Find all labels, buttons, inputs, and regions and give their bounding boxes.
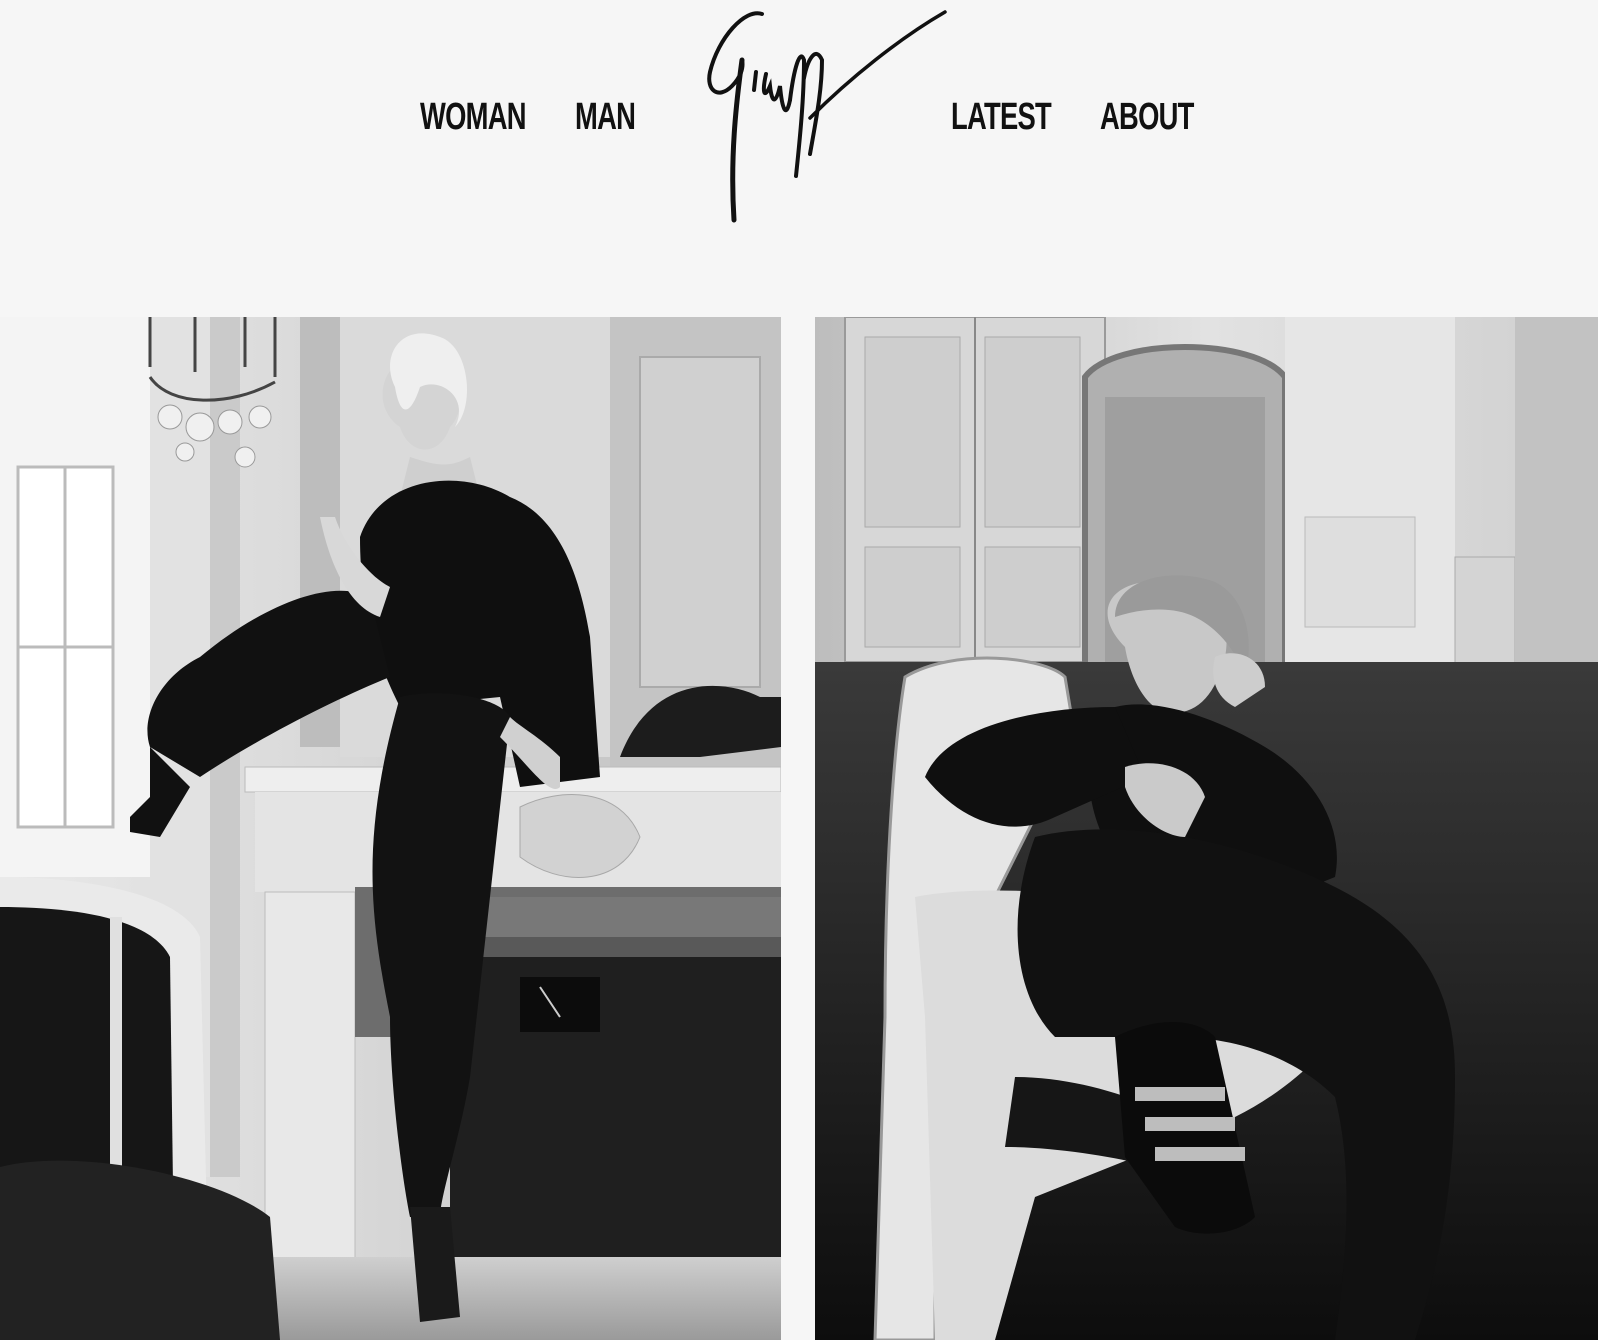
site-header: WOMAN MAN LATEST ABOUT bbox=[0, 0, 1598, 300]
signature-logo-icon[interactable] bbox=[700, 8, 950, 233]
woman-campaign-photo[interactable] bbox=[0, 317, 781, 1340]
nav-about[interactable]: ABOUT bbox=[1100, 96, 1194, 139]
man-campaign-photo[interactable] bbox=[815, 317, 1598, 1340]
page: WOMAN MAN LATEST ABOUT bbox=[0, 0, 1598, 1340]
nav-woman[interactable]: WOMAN bbox=[420, 96, 527, 139]
nav-latest[interactable]: LATEST bbox=[951, 96, 1052, 139]
nav-man[interactable]: MAN bbox=[575, 96, 636, 139]
